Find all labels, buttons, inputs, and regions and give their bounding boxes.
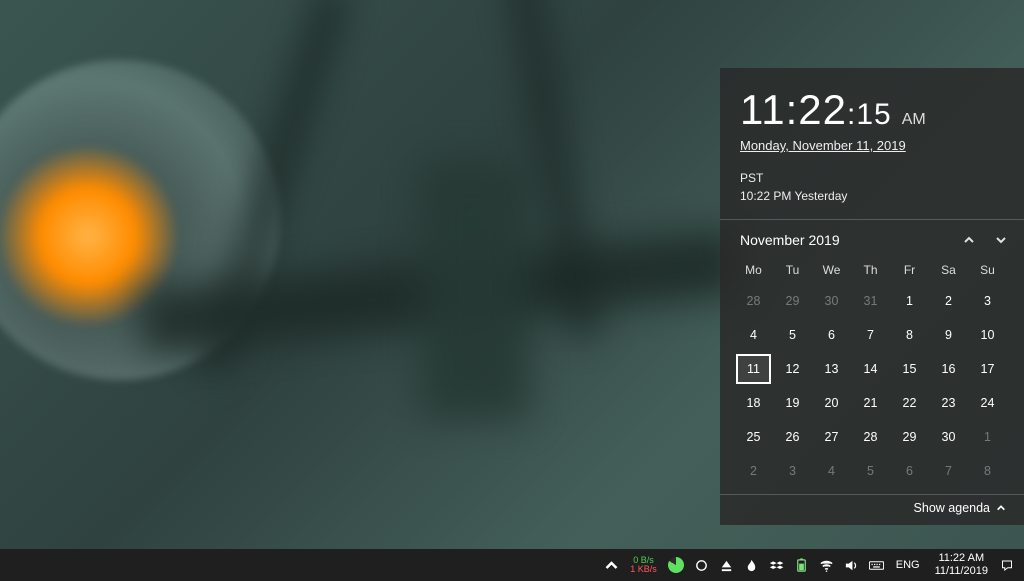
calendar-day[interactable]: 21 <box>851 386 890 420</box>
dow-label: Sa <box>929 256 968 284</box>
clock-hhmm: 11:22 <box>740 86 847 133</box>
net-download: 1 KB/s <box>630 565 657 574</box>
calendar-day[interactable]: 25 <box>734 420 773 454</box>
next-month-button[interactable] <box>994 233 1008 247</box>
calendar-week-row: 18192021222324 <box>734 386 1010 420</box>
calendar-day[interactable]: 7 <box>851 318 890 352</box>
calendar-day[interactable]: 8 <box>890 318 929 352</box>
dropbox-icon[interactable] <box>764 549 789 581</box>
clock-time: 11:22:15 <box>740 86 892 134</box>
calendar-day[interactable]: 4 <box>734 318 773 352</box>
calendar-day[interactable]: 18 <box>734 386 773 420</box>
month-label[interactable]: November 2019 <box>740 232 840 248</box>
current-time: 11:22:15 AM <box>740 86 1004 134</box>
calendar-day[interactable]: 5 <box>851 454 890 488</box>
calendar-day[interactable]: 6 <box>890 454 929 488</box>
calendar-day[interactable]: 31 <box>851 284 890 318</box>
calendar-day[interactable]: 19 <box>773 386 812 420</box>
language-label: ENG <box>896 559 920 571</box>
taskbar-date: 11/11/2019 <box>935 565 988 578</box>
flame-icon[interactable] <box>739 549 764 581</box>
calendar-day[interactable]: 16 <box>929 352 968 386</box>
battery-icon[interactable] <box>789 549 814 581</box>
taskbar: 0 B/s 1 KB/s ENG 11:2 <box>0 549 1024 581</box>
calendar-day[interactable]: 26 <box>773 420 812 454</box>
show-agenda-button[interactable]: Show agenda <box>720 495 1024 525</box>
calendar-day[interactable]: 8 <box>968 454 1007 488</box>
calendar-day[interactable]: 29 <box>773 284 812 318</box>
keyboard-icon[interactable] <box>864 549 889 581</box>
calendar-day[interactable]: 23 <box>929 386 968 420</box>
calendar-grid: MoTuWeThFrSaSu 2829303112345678910111213… <box>720 256 1024 494</box>
additional-clock: PST 10:22 PM Yesterday <box>740 169 1004 205</box>
clock-calendar-flyout: 11:22:15 AM Monday, November 11, 2019 PS… <box>720 68 1024 525</box>
calendar-day[interactable]: 29 <box>890 420 929 454</box>
calendar-day[interactable]: 28 <box>734 284 773 318</box>
calendar-day[interactable]: 5 <box>773 318 812 352</box>
calendar-day[interactable]: 24 <box>968 386 1007 420</box>
dow-label: We <box>812 256 851 284</box>
calendar-week-row: 28293031123 <box>734 284 1010 318</box>
network-speed-indicator[interactable]: 0 B/s 1 KB/s <box>624 549 663 581</box>
calendar-day[interactable]: 10 <box>968 318 1007 352</box>
wifi-icon[interactable] <box>814 549 839 581</box>
calendar-day[interactable]: 1 <box>890 284 929 318</box>
calendar-day[interactable]: 7 <box>929 454 968 488</box>
disk-usage-icon[interactable] <box>663 549 689 581</box>
calendar-day[interactable]: 13 <box>812 352 851 386</box>
clock-ampm: AM <box>902 111 926 129</box>
tray-overflow-button[interactable] <box>599 549 624 581</box>
calendar-day[interactable]: 30 <box>929 420 968 454</box>
volume-icon[interactable] <box>839 549 864 581</box>
dow-label: Th <box>851 256 890 284</box>
calendar-day[interactable]: 17 <box>968 352 1007 386</box>
wallpaper-shape <box>420 160 530 420</box>
dow-label: Mo <box>734 256 773 284</box>
tz-time: 10:22 PM Yesterday <box>740 187 1004 205</box>
dow-label: Fr <box>890 256 929 284</box>
calendar-day[interactable]: 6 <box>812 318 851 352</box>
calendar-day[interactable]: 20 <box>812 386 851 420</box>
calendar-day[interactable]: 22 <box>890 386 929 420</box>
eject-icon[interactable] <box>714 549 739 581</box>
chevron-up-icon <box>996 503 1006 513</box>
date-link[interactable]: Monday, November 11, 2019 <box>740 138 906 153</box>
calendar-day[interactable]: 28 <box>851 420 890 454</box>
calendar-week-row: 2526272829301 <box>734 420 1010 454</box>
show-desktop-button[interactable] <box>1018 549 1024 581</box>
calendar-day[interactable]: 15 <box>890 352 929 386</box>
calendar-day[interactable]: 30 <box>812 284 851 318</box>
calendar-day-today[interactable]: 11 <box>736 354 771 384</box>
dow-label: Tu <box>773 256 812 284</box>
taskbar-clock[interactable]: 11:22 AM 11/11/2019 <box>927 549 996 581</box>
calendar-week-row: 11121314151617 <box>734 352 1010 386</box>
calendar-day[interactable]: 3 <box>968 284 1007 318</box>
dow-label: Su <box>968 256 1007 284</box>
calendar-day[interactable]: 14 <box>851 352 890 386</box>
calendar-day[interactable]: 1 <box>968 420 1007 454</box>
tz-label: PST <box>740 169 1004 187</box>
calendar-day[interactable]: 2 <box>734 454 773 488</box>
prev-month-button[interactable] <box>962 233 976 247</box>
calendar-day[interactable]: 9 <box>929 318 968 352</box>
clock-seconds: :15 <box>847 98 892 131</box>
calendar-day[interactable]: 4 <box>812 454 851 488</box>
calendar-day[interactable]: 27 <box>812 420 851 454</box>
taskbar-time: 11:22 AM <box>938 552 984 565</box>
calendar-week-row: 2345678 <box>734 454 1010 488</box>
system-tray: 0 B/s 1 KB/s ENG 11:2 <box>599 549 1024 581</box>
calendar-day[interactable]: 12 <box>773 352 812 386</box>
language-indicator[interactable]: ENG <box>889 549 927 581</box>
calendar-day[interactable]: 3 <box>773 454 812 488</box>
dow-row: MoTuWeThFrSaSu <box>734 256 1010 284</box>
calendar-week-row: 45678910 <box>734 318 1010 352</box>
app-tray-icon[interactable] <box>689 549 714 581</box>
agenda-label: Show agenda <box>914 501 990 515</box>
action-center-button[interactable] <box>996 549 1018 581</box>
calendar-day[interactable]: 2 <box>929 284 968 318</box>
